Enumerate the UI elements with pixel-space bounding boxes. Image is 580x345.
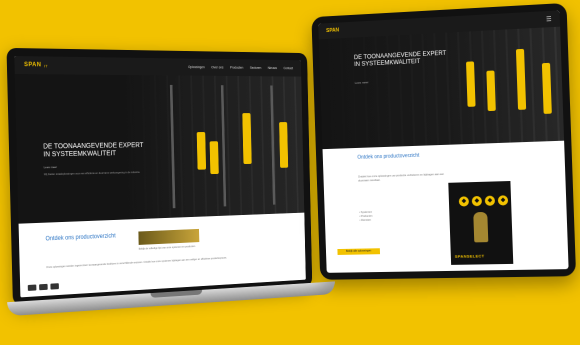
promo-scene: SPAN IT Oplossingen Over ons Producten S… (0, 0, 580, 345)
site-logo-sub: IT (44, 63, 47, 68)
nav-item[interactable]: Contact (283, 66, 293, 70)
gold-banner[interactable] (138, 229, 199, 245)
laptop-website: SPAN IT Oplossingen Over ons Producten S… (14, 56, 305, 297)
hero-yellow-equipment (279, 122, 288, 168)
tablet-website: SPAN ☰ DE TOONAANGEVENDE EXPERT IN SYSTE… (318, 10, 568, 272)
hero-yellow-equipment (516, 49, 526, 110)
promo-feature-icon: ◆ (459, 196, 469, 206)
nav-item[interactable]: Nieuws (268, 66, 277, 70)
dock (28, 283, 59, 291)
dock-item[interactable] (28, 284, 37, 290)
hero-yellow-equipment (542, 63, 552, 114)
promo-feature-icon: ◆ (498, 195, 508, 205)
tablet-hero: DE TOONAANGEVENDE EXPERT IN SYSTEEMKWALI… (319, 27, 564, 149)
hero-banner: DE TOONAANGEVENDE EXPERT IN SYSTEEMKWALI… (15, 74, 304, 224)
nav-item[interactable]: Producten (230, 66, 243, 70)
hand-icon (473, 212, 488, 242)
nav-item[interactable]: Oplossingen (188, 65, 205, 69)
tablet-logo[interactable]: SPAN (326, 27, 339, 34)
hero-yellow-equipment (210, 141, 219, 174)
menu-icon[interactable]: ☰ (546, 15, 552, 22)
tablet: SPAN ☰ DE TOONAANGEVENDE EXPERT IN SYSTE… (311, 3, 576, 280)
promo-icons: ◆ ◆ ◆ ◆ (459, 195, 508, 206)
section-paragraph: Onze oplossingen worden ingezet door too… (46, 256, 240, 270)
hero-yellow-equipment (486, 70, 495, 111)
tablet-hero-link[interactable]: Lees meer (355, 80, 369, 85)
hero-body: Wij bieden totaaloplossingen voor een ef… (44, 171, 144, 177)
hero-yellow-equipment (197, 132, 206, 170)
hero-link[interactable]: Lees meer (44, 165, 57, 169)
content-section: Ontdek ons productoverzicht Bekijk de vo… (19, 213, 306, 298)
tablet-hero-title: DE TOONAANGEVENDE EXPERT IN SYSTEEMKWALI… (354, 50, 452, 69)
nav-item[interactable]: Over ons (211, 65, 223, 69)
promo-card[interactable]: ◆ ◆ ◆ ◆ SPANSELECT (448, 181, 513, 265)
laptop: SPAN IT Oplossingen Over ons Producten S… (6, 48, 324, 328)
hero-frame (170, 85, 176, 208)
tablet-section-title: Ontdek ons productoverzicht (357, 152, 455, 161)
section-title: Ontdek ons productoverzicht (45, 233, 127, 243)
dock-item[interactable] (39, 284, 48, 290)
hero-yellow-equipment (242, 113, 251, 164)
site-logo[interactable]: SPAN (24, 62, 41, 68)
hero-frame (221, 85, 226, 206)
cta-button[interactable]: Bekijk alle oplossingen (337, 248, 380, 255)
dock-item[interactable] (50, 283, 59, 289)
main-nav: Oplossingen Over ons Producten Sectoren … (188, 65, 293, 70)
hero-frame (270, 86, 275, 205)
tablet-paragraph: Ontdek hoe onze oplossingen uw productie… (358, 173, 446, 184)
gold-caption: Bekijk de volledige lijst van onze syste… (139, 244, 225, 251)
tablet-list: • Systemen • Producten • Diensten (359, 211, 372, 223)
laptop-screen: SPAN IT Oplossingen Over ons Producten S… (6, 48, 312, 306)
promo-feature-icon: ◆ (472, 196, 482, 206)
hero-yellow-equipment (466, 61, 476, 107)
nav-item[interactable]: Sectoren (250, 66, 262, 70)
promo-brand: SPANSELECT (455, 253, 485, 259)
list-item: • Diensten (359, 219, 372, 223)
hero-title: DE TOONAANGEVENDE EXPERT IN SYSTEEMKWALI… (43, 142, 144, 159)
promo-feature-icon: ◆ (485, 196, 495, 206)
